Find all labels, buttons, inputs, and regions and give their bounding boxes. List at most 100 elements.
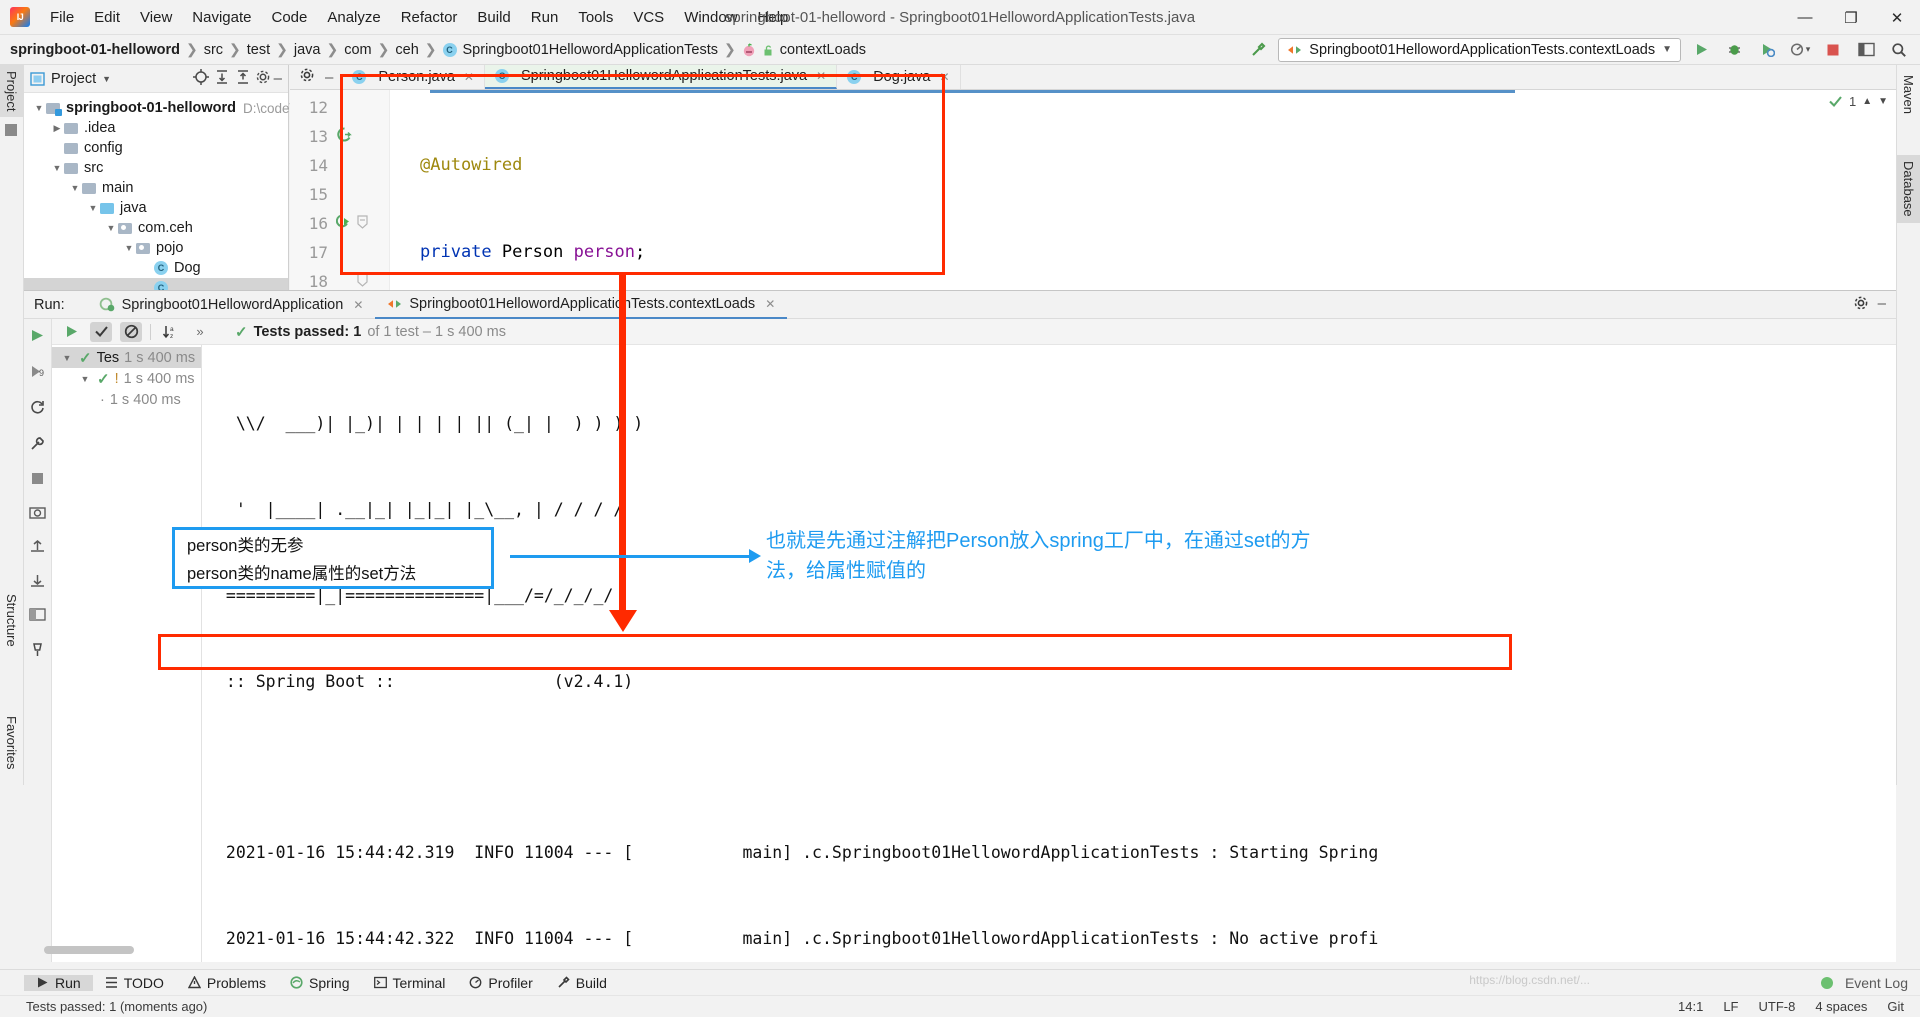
tree-node-pojo[interactable]: ▼ pojo bbox=[24, 238, 288, 258]
chevron-down-icon[interactable]: ▼ bbox=[104, 223, 118, 233]
menu-edit[interactable]: Edit bbox=[84, 5, 130, 30]
layout-icon[interactable] bbox=[1853, 38, 1879, 62]
editor-tab-tests[interactable]: C Springboot01HellowordApplicationTests.… bbox=[484, 65, 838, 89]
run-test-gutter-icon[interactable] bbox=[334, 214, 354, 233]
horizontal-scrollbar[interactable] bbox=[44, 946, 134, 954]
menu-tools[interactable]: Tools bbox=[568, 5, 623, 30]
gear-icon[interactable] bbox=[1853, 295, 1869, 315]
export-icon[interactable] bbox=[29, 539, 46, 557]
pin-icon[interactable] bbox=[30, 641, 45, 660]
chevron-double-right-icon[interactable]: » bbox=[189, 322, 211, 342]
minimize-icon[interactable]: – bbox=[1878, 295, 1886, 315]
test-tree-root[interactable]: ▼ ✓ Tes 1 s 400 ms bbox=[52, 347, 201, 368]
test-tree[interactable]: ▼ ✓ Tes 1 s 400 ms ▼ ✓ ! 1 s 400 ms · 1 … bbox=[44, 345, 202, 962]
chevron-down-icon[interactable]: ▼ bbox=[60, 353, 74, 363]
editor-tab-person[interactable]: C Person.java ✕ bbox=[342, 65, 485, 89]
coverage-icon[interactable] bbox=[1754, 38, 1780, 62]
chevron-right-icon[interactable]: ▶ bbox=[50, 123, 64, 134]
close-tab-icon[interactable]: ✕ bbox=[353, 298, 363, 312]
rerun-play-icon[interactable] bbox=[60, 322, 82, 342]
event-log-label[interactable]: Event Log bbox=[1845, 975, 1908, 991]
spring-bean-gutter-icon[interactable] bbox=[334, 127, 354, 146]
console-output[interactable]: \\/ ___)| |_)| | | | | || (_| | ) ) ) ) … bbox=[202, 345, 1896, 962]
chevron-down-icon[interactable]: ▼ bbox=[50, 163, 64, 173]
settings-wrench-icon[interactable] bbox=[29, 435, 46, 455]
bottom-item-problems[interactable]: Problems bbox=[176, 975, 278, 991]
tool-button-favorites[interactable]: Favorites bbox=[0, 710, 23, 775]
menu-code[interactable]: Code bbox=[261, 5, 317, 30]
tool-button-database[interactable]: Database bbox=[1897, 155, 1920, 223]
no-entry-icon[interactable] bbox=[120, 321, 142, 342]
indent-setting[interactable]: 4 spaces bbox=[1815, 999, 1867, 1014]
project-settings-icon[interactable] bbox=[255, 69, 271, 89]
tree-node-dog[interactable]: C Dog bbox=[24, 258, 288, 278]
profile-icon[interactable]: ▾ bbox=[1787, 38, 1813, 62]
bottom-item-todo[interactable]: TODO bbox=[93, 975, 176, 991]
chevron-down-icon[interactable]: ▼ bbox=[122, 243, 136, 253]
check-icon[interactable] bbox=[90, 321, 112, 342]
rerun-icon[interactable] bbox=[29, 327, 46, 347]
screenshot-icon[interactable] bbox=[29, 505, 46, 523]
menu-file[interactable]: File bbox=[40, 5, 84, 30]
breadcrumb-project[interactable]: springboot-01-helloword bbox=[10, 42, 180, 58]
hammer-icon[interactable] bbox=[1245, 38, 1271, 62]
breadcrumb-test[interactable]: test bbox=[247, 42, 270, 58]
breadcrumb-test-class[interactable]: C Springboot01HellowordApplicationTests bbox=[442, 42, 718, 58]
run-tab-tests[interactable]: Springboot01HellowordApplicationTests.co… bbox=[375, 291, 788, 319]
tool-button-maven[interactable]: Maven bbox=[1897, 69, 1920, 120]
chevron-down-icon[interactable]: ▼ bbox=[78, 374, 92, 384]
rerun-automatically-icon[interactable] bbox=[29, 399, 46, 419]
editor-inspection-status[interactable]: 1 ▲ ▼ bbox=[1828, 94, 1888, 109]
close-button[interactable]: ✕ bbox=[1874, 0, 1920, 35]
debug-icon[interactable] bbox=[1721, 38, 1747, 62]
hide-editor-icon[interactable]: – bbox=[325, 69, 333, 86]
menu-build[interactable]: Build bbox=[467, 5, 520, 30]
menu-vcs[interactable]: VCS bbox=[623, 5, 674, 30]
run-icon[interactable] bbox=[1688, 38, 1714, 62]
bottom-item-terminal[interactable]: Terminal bbox=[362, 975, 458, 991]
code-fold-icon[interactable] bbox=[354, 214, 370, 233]
sort-alpha-icon[interactable]: az bbox=[159, 322, 181, 342]
editor-gutter[interactable]: 12 13 14 15 16 17 18 bbox=[290, 90, 390, 290]
bottom-item-run[interactable]: Run bbox=[24, 974, 93, 991]
collapse-all-icon[interactable] bbox=[234, 68, 252, 90]
menu-view[interactable]: View bbox=[130, 5, 182, 30]
import-icon[interactable] bbox=[29, 573, 46, 591]
expand-all-icon[interactable] bbox=[213, 68, 231, 90]
gear-icon[interactable] bbox=[299, 67, 315, 87]
line-separator[interactable]: LF bbox=[1723, 999, 1738, 1014]
editor-tab-dog[interactable]: C Dog.java ✕ bbox=[837, 65, 961, 89]
chevron-down-icon[interactable]: ▼ bbox=[1878, 96, 1888, 107]
chevron-down-icon[interactable]: ▼ bbox=[1662, 44, 1672, 55]
minimize-button[interactable]: — bbox=[1782, 0, 1828, 35]
code-content[interactable]: @Autowired private Person person; @Test … bbox=[390, 90, 1896, 290]
close-tab-icon[interactable]: ✕ bbox=[464, 70, 474, 84]
menu-analyze[interactable]: Analyze bbox=[317, 5, 390, 30]
bottom-item-build[interactable]: Build bbox=[545, 975, 619, 991]
tool-button-structure[interactable]: Structure bbox=[0, 588, 23, 653]
chevron-up-icon[interactable]: ▲ bbox=[1862, 96, 1872, 107]
code-fold-end-icon[interactable] bbox=[354, 272, 370, 291]
breadcrumb-method[interactable]: contextLoads bbox=[742, 42, 866, 58]
code-editor[interactable]: 12 13 14 15 16 17 18 @Autowired private … bbox=[290, 90, 1896, 290]
hide-panel-icon[interactable]: – bbox=[274, 70, 282, 87]
tree-node-com-ceh[interactable]: ▼ com.ceh bbox=[24, 218, 288, 238]
chevron-down-icon[interactable]: ▼ bbox=[86, 203, 100, 213]
breadcrumb-com[interactable]: com bbox=[344, 42, 371, 58]
close-tab-icon[interactable]: ✕ bbox=[816, 69, 826, 83]
chevron-down-icon[interactable]: ▼ bbox=[32, 103, 46, 113]
file-encoding[interactable]: UTF-8 bbox=[1758, 999, 1795, 1014]
caret-position[interactable]: 14:1 bbox=[1678, 999, 1703, 1014]
search-icon[interactable] bbox=[1886, 38, 1912, 62]
chevron-down-icon[interactable]: ▼ bbox=[68, 183, 82, 193]
bottom-item-profiler[interactable]: Profiler bbox=[457, 975, 544, 991]
run-configuration-selector[interactable]: Springboot01HellowordApplicationTests.co… bbox=[1278, 37, 1681, 62]
close-tab-icon[interactable]: ✕ bbox=[765, 297, 775, 311]
stop-icon[interactable] bbox=[1820, 38, 1846, 62]
maximize-button[interactable]: ❐ bbox=[1828, 0, 1874, 35]
breadcrumb-java[interactable]: java bbox=[294, 42, 321, 58]
test-tree-method[interactable]: · 1 s 400 ms bbox=[52, 389, 201, 410]
tree-node-config[interactable]: config bbox=[24, 138, 288, 158]
breadcrumb-ceh[interactable]: ceh bbox=[395, 42, 418, 58]
test-tree-class[interactable]: ▼ ✓ ! 1 s 400 ms bbox=[52, 368, 201, 389]
